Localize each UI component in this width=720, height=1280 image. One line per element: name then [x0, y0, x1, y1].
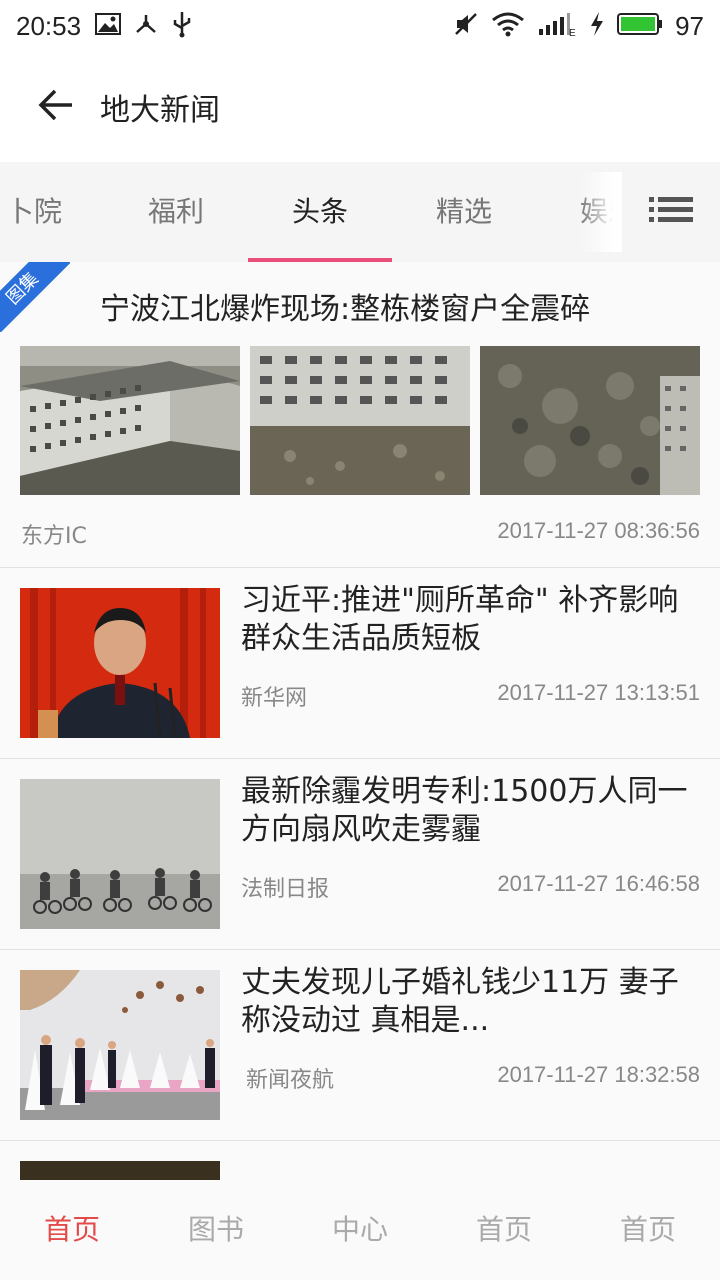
news-thumbnail — [20, 970, 220, 1120]
gallery-badge-label: 图集 — [0, 262, 70, 332]
tab-menu-button[interactable] — [622, 162, 720, 262]
svg-text:E: E — [569, 28, 576, 37]
gallery-images — [20, 346, 700, 495]
app-bar: 地大新闻 — [0, 52, 720, 162]
page-title: 地大新闻 — [100, 93, 220, 128]
news-item[interactable]: 习近平:推进"厕所革命" 补齐影响群众生活品质短板 新华网 2017-11-27… — [0, 568, 720, 759]
news-time: 2017-11-27 18:32:58 — [497, 1062, 700, 1087]
gallery-source: 东方IC — [21, 524, 87, 549]
tab-scroll-fade — [580, 172, 622, 252]
news-thumbnail — [20, 588, 220, 738]
news-item-partial[interactable] — [0, 1141, 720, 1180]
news-title: 丈夫发现儿子婚礼钱少11万 妻子称没动过 真相是... — [241, 965, 679, 1038]
news-title: 最新除霾发明专利:1500万人同一方向扇风吹走雾霾 — [241, 774, 688, 847]
nav-home-2[interactable]: 首页 — [432, 1180, 576, 1280]
gallery-photo-2 — [250, 346, 470, 495]
gallery-badge: 图集 — [0, 262, 70, 332]
signal-icon: E — [537, 11, 577, 41]
nav-home-3[interactable]: 首页 — [576, 1180, 720, 1280]
status-time: 20:53 — [16, 10, 82, 41]
list-icon — [647, 195, 695, 229]
charging-icon — [589, 11, 605, 41]
tab-partial[interactable]: 卜院 — [0, 162, 106, 262]
news-thumbnail — [20, 779, 220, 929]
gallery-news-item[interactable]: 图集 宁波江北爆炸现场:整栋楼窗户全震碎 东方IC 2017-11-27 08:… — [0, 262, 720, 568]
gallery-title: 宁波江北爆炸现场:整栋楼窗户全震碎 — [100, 292, 591, 327]
usb-icon — [171, 10, 193, 42]
news-item[interactable]: 最新除霾发明专利:1500万人同一方向扇风吹走雾霾 法制日报 2017-11-2… — [0, 759, 720, 950]
arrow-left-icon — [38, 89, 74, 125]
news-source: 新闻夜航 — [246, 1068, 335, 1093]
news-feed[interactable]: 图集 宁波江北爆炸现场:整栋楼窗户全震碎 东方IC 2017-11-27 08:… — [0, 262, 720, 1180]
status-bar: 20:53 E 97 — [0, 0, 720, 52]
news-source: 新华网 — [241, 686, 308, 711]
image-icon — [95, 13, 122, 39]
news-source: 法制日报 — [241, 877, 330, 902]
gallery-photo-1 — [20, 346, 240, 495]
nav-home[interactable]: 首页 — [0, 1180, 144, 1280]
nav-books[interactable]: 图书 — [144, 1180, 288, 1280]
tab-headlines[interactable]: 头条 — [248, 162, 392, 262]
bottom-navigation: 首页 图书 中心 首页 首页 — [0, 1180, 720, 1280]
news-title: 习近平:推进"厕所革命" 补齐影响群众生活品质短板 — [241, 583, 679, 656]
tab-welfare[interactable]: 福利 — [104, 162, 248, 262]
news-time: 2017-11-27 16:46:58 — [497, 871, 700, 896]
usb-share-icon — [133, 12, 159, 40]
mute-icon — [453, 11, 479, 41]
gallery-time: 2017-11-27 08:36:56 — [497, 518, 700, 543]
news-thumbnail — [20, 1161, 220, 1180]
wifi-icon — [491, 11, 525, 41]
battery-percent: 97 — [675, 10, 704, 41]
gallery-photo-3 — [480, 346, 700, 495]
tab-featured[interactable]: 精选 — [392, 162, 536, 262]
status-left-icons — [95, 10, 193, 42]
status-right-icons: E 97 — [453, 11, 704, 42]
nav-center[interactable]: 中心 — [288, 1180, 432, 1280]
news-item[interactable]: 丈夫发现儿子婚礼钱少11万 妻子称没动过 真相是... 新闻夜航 2017-11… — [0, 950, 720, 1141]
news-time: 2017-11-27 13:13:51 — [497, 680, 700, 705]
back-button[interactable] — [26, 77, 86, 137]
battery-icon — [617, 11, 663, 41]
